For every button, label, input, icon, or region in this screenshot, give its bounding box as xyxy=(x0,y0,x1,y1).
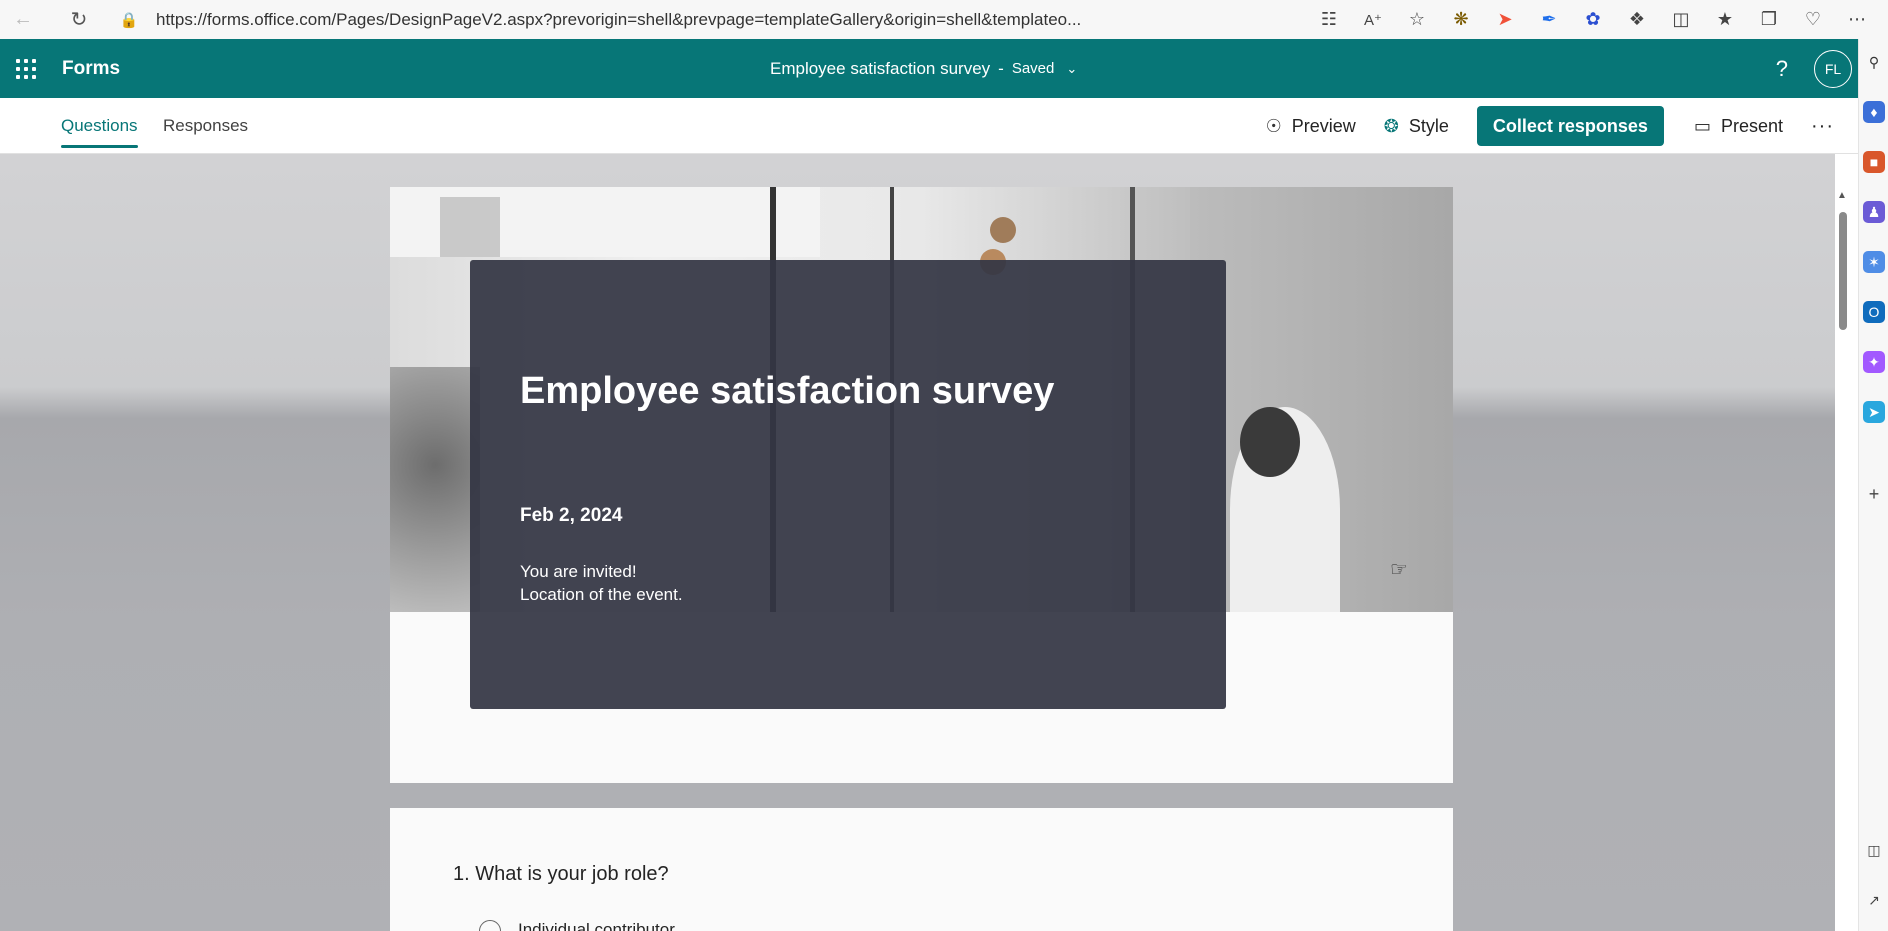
radio-button[interactable] xyxy=(479,920,501,931)
games-icon[interactable]: ♟ xyxy=(1863,201,1885,223)
swift-extension-icon[interactable]: ➤ xyxy=(1490,5,1520,35)
help-icon[interactable]: ? xyxy=(1776,56,1788,82)
question-card[interactable]: 1. What is your job role? Individual con… xyxy=(390,808,1453,931)
back-icon[interactable]: ← xyxy=(6,3,40,37)
title-separator: - xyxy=(998,58,1004,78)
command-bar: Questions Responses ☉ Preview ❂ Style Co… xyxy=(0,98,1858,154)
style-button[interactable]: ❂ Style xyxy=(1384,116,1449,137)
copilot-icon[interactable]: ✶ xyxy=(1863,251,1885,273)
shopping-tag-icon[interactable]: ♦ xyxy=(1863,101,1885,123)
document-title-menu[interactable]: Employee satisfaction survey - Saved ⌄ xyxy=(770,39,1077,98)
app-available-icon[interactable]: ☷ xyxy=(1314,5,1344,35)
external-link-icon[interactable]: ↗ xyxy=(1863,889,1885,911)
forms-header: Forms Employee satisfaction survey - Sav… xyxy=(0,39,1858,98)
survey-description-line2[interactable]: Location of the event. xyxy=(520,585,683,605)
plus-icon[interactable]: + xyxy=(1863,483,1885,505)
favorite-star-icon[interactable]: ☆ xyxy=(1402,5,1432,35)
style-label: Style xyxy=(1408,115,1449,136)
document-title: Employee satisfaction survey xyxy=(770,58,991,78)
form-canvas: Employee satisfaction survey Feb 2, 2024… xyxy=(0,154,1835,931)
survey-description-line1[interactable]: You are invited! xyxy=(520,562,637,582)
telegram-icon[interactable]: ➤ xyxy=(1863,401,1885,423)
option-label: Individual contributor xyxy=(518,920,675,931)
save-status: Saved xyxy=(1011,60,1055,77)
eyedropper-extension-icon[interactable]: ✒ xyxy=(1534,5,1564,35)
question-title: 1. What is your job role? xyxy=(453,863,669,885)
more-icon[interactable]: ⋯ xyxy=(1842,5,1872,35)
eye-icon: ☉ xyxy=(1265,115,1282,136)
survey-title[interactable]: Employee satisfaction survey xyxy=(520,370,1054,413)
favorites-icon[interactable]: ★ xyxy=(1710,5,1740,35)
extensions-puzzle-icon[interactable]: ❖ xyxy=(1622,5,1652,35)
avatar[interactable]: FL xyxy=(1814,49,1852,88)
page-scrollbar[interactable]: ▲ xyxy=(1835,190,1851,931)
refresh-icon[interactable]: ↻ xyxy=(62,3,96,37)
tab-questions[interactable]: Questions xyxy=(61,98,138,154)
tools-icon[interactable]: ■ xyxy=(1863,151,1885,173)
outlook-icon[interactable]: O xyxy=(1863,301,1885,323)
palette-icon: ❂ xyxy=(1383,115,1399,136)
read-aloud-icon[interactable]: A⁺ xyxy=(1358,5,1388,35)
browser-toolbar: ← ↻ 🔒 https://forms.office.com/Pages/Des… xyxy=(0,0,1888,39)
form-header-card[interactable]: Employee satisfaction survey Feb 2, 2024… xyxy=(390,187,1453,783)
present-label: Present xyxy=(1720,115,1784,136)
tab-responses[interactable]: Responses xyxy=(163,98,248,154)
scroll-up-icon[interactable]: ▲ xyxy=(1837,190,1847,201)
app-name[interactable]: Forms xyxy=(62,58,120,80)
collections-icon[interactable]: ❐ xyxy=(1754,5,1784,35)
flame-extension-icon[interactable]: ✿ xyxy=(1578,5,1608,35)
app-launcher-icon[interactable] xyxy=(6,49,46,89)
bug-extension-icon[interactable]: ❋ xyxy=(1446,5,1476,35)
preview-label: Preview xyxy=(1291,115,1356,136)
search-icon[interactable]: ⚲ xyxy=(1863,51,1885,73)
present-button[interactable]: ▭ Present xyxy=(1694,116,1783,137)
split-screen-icon[interactable]: ◫ xyxy=(1666,5,1696,35)
more-options-button[interactable]: ··· xyxy=(1811,115,1834,138)
scrollbar-thumb[interactable] xyxy=(1839,212,1847,330)
title-overlay: Employee satisfaction survey Feb 2, 2024… xyxy=(470,260,1226,709)
browser-essentials-icon[interactable]: ♡ xyxy=(1798,5,1828,35)
address-bar[interactable]: https://forms.office.com/Pages/DesignPag… xyxy=(156,10,1116,30)
sidebar-toggle-icon[interactable]: ◫ xyxy=(1863,839,1885,861)
hand-cursor-icon: ☞ xyxy=(1390,559,1408,581)
chevron-down-icon: ⌄ xyxy=(1066,60,1078,76)
edge-sidebar: ⚲ ♦ ■ ♟ ✶ O ✦ ➤ + ◫ ↗ xyxy=(1858,39,1888,931)
collect-responses-button[interactable]: Collect responses xyxy=(1476,106,1664,146)
preview-button[interactable]: ☉ Preview xyxy=(1266,116,1356,137)
designer-icon[interactable]: ✦ xyxy=(1863,351,1885,373)
lock-icon[interactable]: 🔒 xyxy=(112,3,146,37)
survey-date: Feb 2, 2024 xyxy=(520,505,623,526)
monitor-icon: ▭ xyxy=(1693,115,1711,136)
